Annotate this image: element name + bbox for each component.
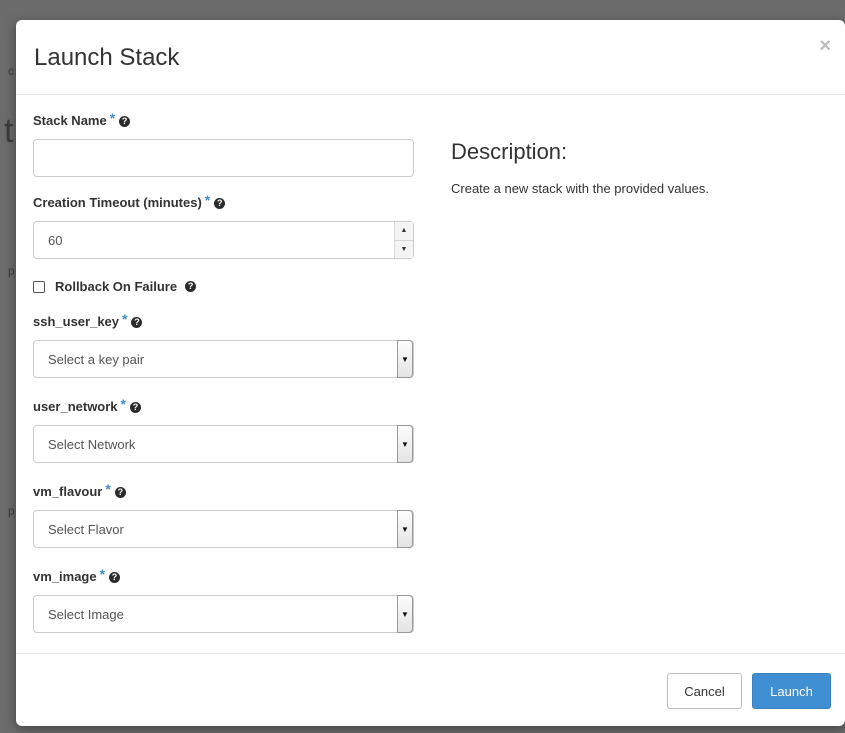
rollback-row: Rollback On Failure ? <box>33 279 414 294</box>
vm-image-label: vm_image * ? <box>33 566 414 587</box>
vm-flavour-select[interactable]: Select Flavor ▼ <box>33 510 414 548</box>
vm-flavour-label-text: vm_flavour <box>33 484 103 499</box>
stack-name-label-text: Stack Name <box>33 113 107 128</box>
background-text-fragment: t <box>4 112 14 150</box>
chevron-down-icon[interactable]: ▼ <box>397 510 413 548</box>
chevron-down-icon[interactable]: ▼ <box>397 425 413 463</box>
question-circle-icon[interactable]: ? <box>214 198 226 209</box>
rollback-label: Rollback On Failure <box>55 279 178 294</box>
ssh-user-key-label: ssh_user_key * ? <box>33 311 414 332</box>
background-text-fragment: c <box>8 64 14 78</box>
creation-timeout-input[interactable]: 60 ▲ ▼ <box>33 221 414 259</box>
user-network-selected: Select Network <box>48 436 136 452</box>
description-panel: Description: Create a new stack with the… <box>451 139 831 196</box>
chevron-down-icon[interactable]: ▼ <box>397 595 413 633</box>
question-circle-icon[interactable]: ? <box>130 402 141 413</box>
creation-timeout-label: Creation Timeout (minutes) * ? <box>33 192 414 213</box>
modal-title: Launch Stack <box>34 44 180 71</box>
rollback-checkbox[interactable] <box>33 280 45 293</box>
creation-timeout-label-text: Creation Timeout (minutes) <box>33 195 202 210</box>
number-spinner: ▲ ▼ <box>394 222 413 258</box>
modal-body: Stack Name * ? Creation Timeout (minutes… <box>16 95 845 654</box>
required-marker: * <box>105 481 111 497</box>
question-circle-icon[interactable]: ? <box>185 281 197 292</box>
question-circle-icon[interactable]: ? <box>131 317 143 328</box>
required-marker: * <box>109 110 116 126</box>
stack-name-input[interactable] <box>33 139 414 177</box>
ssh-user-key-label-text: ssh_user_key <box>33 314 120 329</box>
vm-flavour-label: vm_flavour * ? <box>33 481 414 502</box>
close-icon[interactable]: × <box>819 36 831 56</box>
form-column: Stack Name * ? Creation Timeout (minutes… <box>33 110 414 633</box>
user-network-label: user_network * ? <box>33 396 414 417</box>
vm-image-label-text: vm_image <box>33 569 97 584</box>
cancel-button[interactable]: Cancel <box>667 673 742 709</box>
question-circle-icon[interactable]: ? <box>109 572 121 583</box>
question-circle-icon[interactable]: ? <box>119 116 131 127</box>
caret-up-icon[interactable]: ▲ <box>395 222 413 240</box>
modal-header: Launch Stack × <box>16 20 845 95</box>
vm-image-selected: Select Image <box>48 606 124 622</box>
background-text-fragment: p <box>8 504 15 518</box>
vm-flavour-selected: Select Flavor <box>48 521 124 537</box>
background-text-fragment: p <box>8 264 15 278</box>
chevron-down-icon[interactable]: ▼ <box>397 340 413 378</box>
ssh-user-key-select[interactable]: Select a key pair ▼ <box>33 340 414 378</box>
modal-footer: Cancel Launch <box>16 654 845 726</box>
user-network-label-text: user_network <box>33 399 118 414</box>
stack-name-label: Stack Name * ? <box>33 110 414 131</box>
user-network-select[interactable]: Select Network ▼ <box>33 425 414 463</box>
description-title: Description: <box>451 139 568 164</box>
description-text: Create a new stack with the provided val… <box>451 181 709 196</box>
required-marker: * <box>120 396 126 412</box>
question-circle-icon[interactable]: ? <box>114 487 126 498</box>
vm-image-select[interactable]: Select Image ▼ <box>33 595 414 633</box>
launch-stack-modal: Launch Stack × Stack Name * ? Creation T… <box>16 20 845 726</box>
required-marker: * <box>204 192 211 208</box>
creation-timeout-value: 60 <box>48 232 63 248</box>
required-marker: * <box>122 311 128 327</box>
caret-down-icon[interactable]: ▼ <box>395 239 413 258</box>
launch-button[interactable]: Launch <box>752 673 831 709</box>
ssh-user-key-selected: Select a key pair <box>48 351 145 367</box>
required-marker: * <box>99 566 106 582</box>
